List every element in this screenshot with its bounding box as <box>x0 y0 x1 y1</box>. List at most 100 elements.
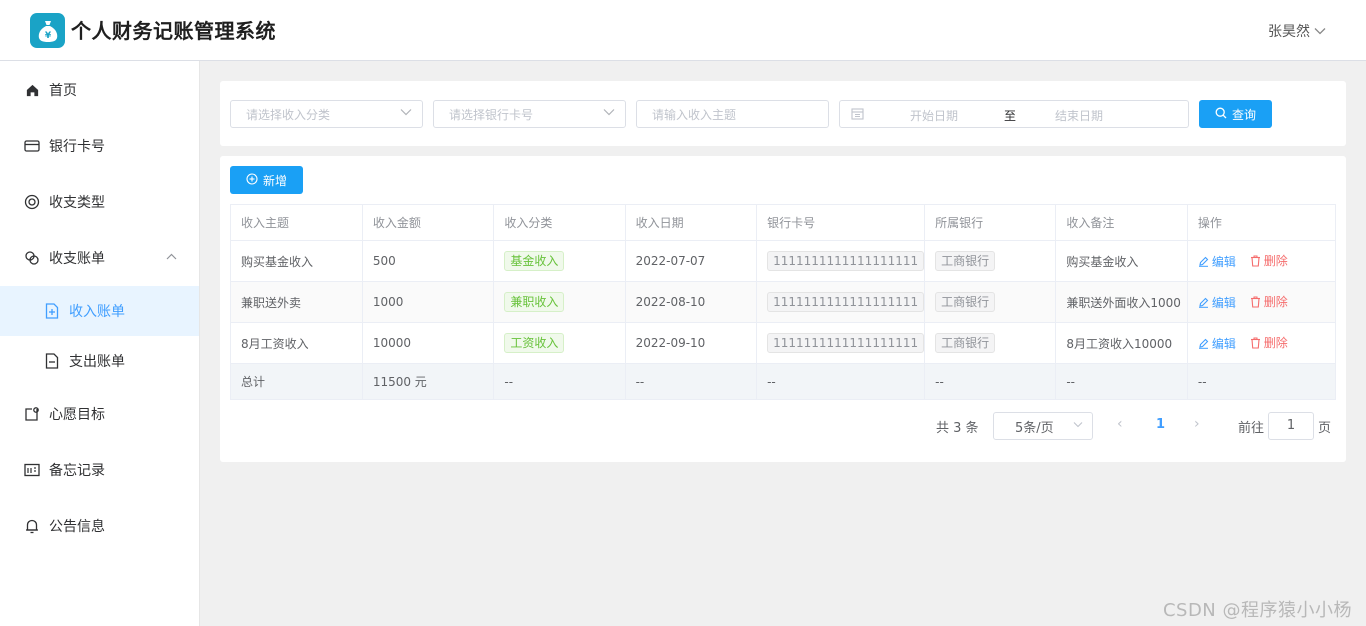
cell-note: 购买基金收入 <box>1055 240 1188 282</box>
cell-date: 2022-09-10 <box>624 322 758 364</box>
total-empty-cell: -- <box>624 363 758 400</box>
subject-input[interactable]: 请输入收入主题 <box>636 100 829 128</box>
delete-label: 删除 <box>1263 336 1288 351</box>
user-menu[interactable]: 张昊然 <box>1268 21 1326 41</box>
bank-card-select[interactable]: 请选择银行卡号 <box>433 100 626 128</box>
cell-category: 工资收入 <box>493 322 626 364</box>
page-number-current[interactable]: 1 <box>1156 417 1165 432</box>
chevron-up-icon <box>166 250 177 263</box>
cell-date: 2022-08-10 <box>624 281 758 323</box>
home-icon <box>24 82 40 98</box>
cell-bank: 工商银行 <box>924 281 1057 323</box>
sidebar-item-bank-cards[interactable]: 银行卡号 <box>0 118 199 174</box>
edit-button[interactable]: 编辑 <box>1198 335 1236 352</box>
edit-label: 编辑 <box>1211 254 1236 269</box>
column-header[interactable]: 收入主题 <box>230 204 363 241</box>
delete-label: 删除 <box>1263 254 1288 269</box>
cell-category: 兼职收入 <box>493 281 626 323</box>
total-label: 总计 <box>230 363 363 400</box>
plus-circle-icon <box>246 172 258 188</box>
end-date-placeholder[interactable]: 结束日期 <box>1055 107 1103 124</box>
cell-bank: 工商银行 <box>924 240 1057 282</box>
edit-icon <box>1198 256 1209 267</box>
cell-date: 2022-07-07 <box>624 240 758 282</box>
add-button[interactable]: 新增 <box>230 166 303 194</box>
card-tag: 1111111111111111111 <box>767 333 925 353</box>
edit-button[interactable]: 编辑 <box>1198 294 1236 311</box>
cell-note: 8月工资收入10000 <box>1055 322 1188 364</box>
bank-tag: 工商银行 <box>935 333 996 353</box>
income-table-panel: 新增 收入主题 收入金额 收入分类 收入日期 银行卡号 所属银行 收入备注 操作… <box>220 156 1346 462</box>
table-header-row: 收入主题 收入金额 收入分类 收入日期 银行卡号 所属银行 收入备注 操作 <box>230 204 1337 241</box>
chevron-down-icon <box>603 108 615 119</box>
sidebar: 首页 银行卡号 收支类型 收支账单 收入账单 支出账单 心愿目标 备忘记录 公告… <box>0 61 200 626</box>
total-empty-cell: -- <box>924 363 1057 400</box>
cell-card: 1111111111111111111 <box>756 322 926 364</box>
watermark: CSDN @程序猿小小杨 <box>1162 600 1352 621</box>
sidebar-item-bills[interactable]: 收支账单 <box>0 230 199 286</box>
sidebar-item-income-bills[interactable]: 收入账单 <box>0 286 199 336</box>
next-page-button[interactable]: › <box>1194 416 1200 432</box>
money-bag-logo-icon: ¥ <box>30 13 65 48</box>
category-tag: 兼职收入 <box>504 292 565 312</box>
sidebar-item-label: 收支类型 <box>49 195 105 211</box>
sidebar-item-wishes[interactable]: 心愿目标 <box>0 386 199 442</box>
goto-page-input[interactable]: 1 <box>1268 412 1314 440</box>
search-button-label: 查询 <box>1231 107 1256 122</box>
sidebar-item-home[interactable]: 首页 <box>0 62 199 118</box>
date-range-picker[interactable]: 开始日期 至 结束日期 <box>839 100 1189 128</box>
subject-input-placeholder: 请输入收入主题 <box>652 107 737 122</box>
sidebar-item-memos[interactable]: 备忘记录 <box>0 442 199 498</box>
user-name: 张昊然 <box>1268 24 1310 40</box>
cell-actions: 编辑 删除 <box>1186 281 1337 323</box>
pagination-total: 共 3 条 <box>936 421 979 436</box>
cell-actions: 编辑 删除 <box>1186 240 1337 282</box>
cell-actions: 编辑 删除 <box>1186 322 1337 364</box>
target-icon <box>24 406 40 422</box>
edit-label: 编辑 <box>1211 295 1236 310</box>
column-header: 操作 <box>1186 204 1337 241</box>
lifebuoy-icon <box>24 194 40 210</box>
date-separator: 至 <box>1004 109 1017 123</box>
search-button[interactable]: 查询 <box>1199 100 1272 128</box>
credit-card-icon <box>24 138 40 154</box>
sidebar-item-categories[interactable]: 收支类型 <box>0 174 199 230</box>
delete-button[interactable]: 删除 <box>1250 252 1288 269</box>
category-select-placeholder: 请选择收入分类 <box>246 107 331 122</box>
edit-button[interactable]: 编辑 <box>1198 253 1236 270</box>
cell-note: 兼职送外面收入1000 <box>1055 281 1188 323</box>
cell-bank: 工商银行 <box>924 322 1057 364</box>
delete-button[interactable]: 删除 <box>1250 334 1288 351</box>
total-empty-cell: -- <box>1055 363 1188 400</box>
table-total-row: 总计 11500 元 -- -- -- -- -- -- <box>230 363 1337 400</box>
delete-button[interactable]: 删除 <box>1250 293 1288 310</box>
sidebar-item-expense-bills[interactable]: 支出账单 <box>0 336 199 386</box>
sidebar-item-announcements[interactable]: 公告信息 <box>0 498 199 554</box>
cell-category: 基金收入 <box>493 240 626 282</box>
app-title: 个人财务记账管理系统 <box>71 19 276 43</box>
column-header[interactable]: 收入金额 <box>361 204 495 241</box>
cell-amount: 1000 <box>361 281 495 323</box>
cell-card: 1111111111111111111 <box>756 281 926 323</box>
column-header[interactable]: 收入备注 <box>1055 204 1188 241</box>
category-tag: 工资收入 <box>504 333 565 353</box>
sidebar-item-label: 银行卡号 <box>49 139 105 155</box>
trash-icon <box>1250 337 1260 349</box>
start-date-placeholder[interactable]: 开始日期 <box>910 107 958 124</box>
edit-icon <box>1198 297 1209 308</box>
bank-tag: 工商银行 <box>935 292 996 312</box>
column-header[interactable]: 收入分类 <box>493 204 626 241</box>
card-tag: 1111111111111111111 <box>767 292 925 312</box>
delete-label: 删除 <box>1263 295 1288 310</box>
table-row: 8月工资收入 10000 工资收入 2022-09-10 11111111111… <box>230 322 1337 364</box>
income-table: 收入主题 收入金额 收入分类 收入日期 银行卡号 所属银行 收入备注 操作 购买… <box>230 204 1337 400</box>
prev-page-button[interactable]: ‹ <box>1117 416 1123 432</box>
app-header: ¥ 个人财务记账管理系统 张昊然 <box>0 0 1366 61</box>
page-suffix: 页 <box>1318 421 1332 436</box>
column-header[interactable]: 收入日期 <box>624 204 758 241</box>
cell-subject: 兼职送外卖 <box>230 281 363 323</box>
column-header[interactable]: 所属银行 <box>924 204 1057 241</box>
category-select[interactable]: 请选择收入分类 <box>230 100 423 128</box>
column-header[interactable]: 银行卡号 <box>756 204 926 241</box>
page-size-select[interactable]: 5条/页 <box>993 412 1093 440</box>
